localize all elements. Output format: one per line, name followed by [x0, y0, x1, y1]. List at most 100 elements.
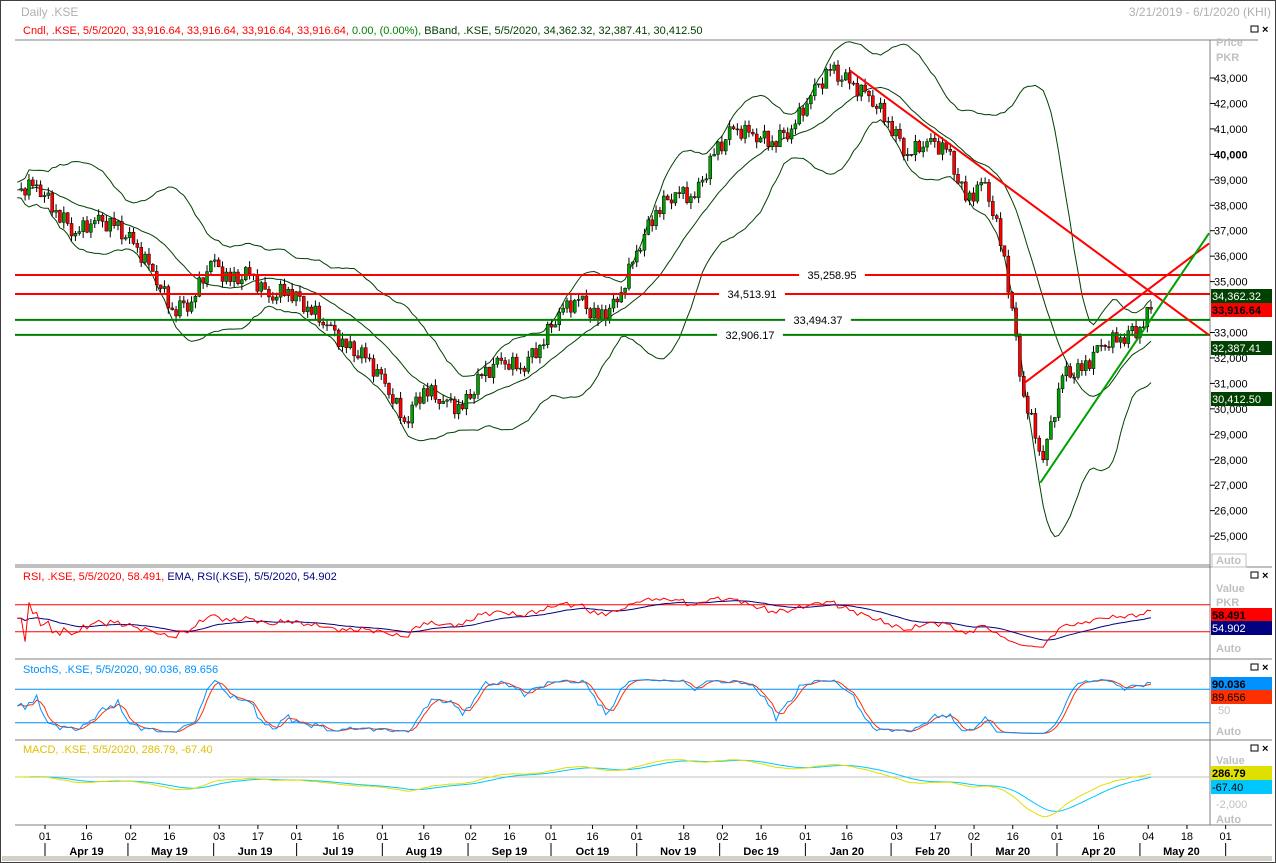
stoch-d-line — [17, 679, 1152, 734]
candle-body — [917, 140, 922, 153]
maximize-icon[interactable] — [1250, 663, 1259, 671]
close-icon[interactable]: × — [1262, 570, 1268, 582]
candle-body — [569, 300, 573, 313]
candle-body — [193, 295, 198, 303]
candle-body — [565, 300, 569, 309]
day-tick-label: 16 — [1092, 831, 1104, 843]
bb-middle-badge: 32,387.41 — [1212, 343, 1261, 355]
candle-body — [313, 305, 318, 315]
candle-body — [205, 271, 209, 284]
candle-body — [898, 128, 902, 139]
candle-body — [1064, 366, 1069, 377]
candle-body — [19, 188, 23, 191]
price-tick-label: 39,000 — [1214, 175, 1248, 187]
candle-body — [960, 181, 964, 184]
candle-body — [65, 212, 70, 224]
candle-body — [480, 374, 484, 377]
candle-body — [785, 132, 790, 140]
candle-body — [387, 383, 391, 395]
candle-body — [615, 298, 620, 303]
candle-body — [344, 338, 349, 349]
price-tick-label: 43,000 — [1214, 73, 1248, 85]
candle-body — [93, 220, 97, 225]
price-tick-label: 38,000 — [1214, 200, 1248, 212]
close-icon[interactable]: × — [1262, 662, 1268, 674]
day-tick-label: 17 — [929, 831, 941, 843]
candle-body — [836, 64, 840, 82]
candle-body — [855, 83, 860, 97]
day-tick-label: 16 — [755, 831, 767, 843]
day-tick-label: 16 — [163, 831, 175, 843]
day-tick-label: 16 — [586, 831, 598, 843]
candle-body — [905, 154, 910, 156]
candle-body — [963, 181, 968, 201]
candle-body — [162, 286, 167, 289]
candle-body — [789, 128, 794, 140]
maximize-icon[interactable] — [1250, 744, 1259, 752]
hline-label: 35,258.95 — [808, 270, 857, 282]
candle-body — [913, 140, 918, 156]
candle-body — [178, 300, 182, 317]
candle-body — [956, 174, 960, 184]
candle-body — [665, 195, 670, 201]
candle-body — [383, 373, 387, 384]
maximize-icon[interactable] — [1250, 571, 1259, 579]
candle-body — [96, 214, 101, 221]
candle-body — [429, 385, 434, 397]
candle-body — [340, 338, 345, 347]
candle-body — [867, 90, 871, 97]
candle-body — [170, 307, 174, 310]
candle-body — [185, 302, 190, 312]
candle-body — [1149, 307, 1153, 310]
candle-body — [708, 155, 713, 180]
close-icon[interactable]: × — [1262, 743, 1268, 755]
close-icon[interactable]: × — [1262, 24, 1268, 36]
price-tick-label: 37,000 — [1214, 226, 1248, 238]
candle-body — [73, 232, 78, 237]
candle-body — [441, 400, 445, 404]
candle-body — [669, 199, 674, 204]
candle-body — [929, 138, 933, 142]
day-tick-label: 01 — [545, 831, 557, 843]
candle-body — [840, 79, 844, 82]
candle-body — [228, 271, 233, 282]
candle-body — [689, 196, 693, 203]
rsi-ema-badge: 54.902 — [1212, 623, 1246, 635]
day-tick-label: 01 — [290, 831, 302, 843]
candle-body — [994, 215, 999, 219]
candle-body — [367, 357, 372, 360]
day-tick-label: 03 — [213, 831, 225, 843]
candle-body — [278, 283, 283, 298]
month-label: Nov 19 — [660, 846, 696, 858]
candle-body — [890, 121, 894, 137]
rsi-badge: 58.491 — [1212, 610, 1246, 622]
candle-body — [174, 309, 178, 317]
candle-body — [809, 95, 813, 105]
candle-body — [634, 250, 639, 263]
maximize-icon[interactable] — [1250, 25, 1259, 33]
day-tick-label: 02 — [968, 831, 980, 843]
candle-body — [638, 249, 643, 252]
candle-body — [1049, 421, 1053, 440]
candle-body — [425, 388, 430, 397]
candle-body — [584, 295, 589, 310]
candle-body — [983, 182, 987, 184]
candle-body — [1068, 366, 1073, 378]
candle-body — [243, 267, 248, 281]
month-label: May 19 — [151, 846, 188, 858]
candle-body — [987, 182, 991, 202]
candle-body — [627, 263, 631, 289]
candle-body — [406, 421, 411, 424]
month-label: Apr 20 — [1081, 846, 1115, 858]
candle-body — [650, 219, 654, 227]
candle-body — [1107, 346, 1111, 348]
candle-body — [658, 210, 662, 214]
candle-body — [321, 321, 325, 326]
candle-body — [464, 394, 469, 410]
candle-body — [716, 141, 720, 155]
candle-body — [259, 282, 263, 292]
candle-body — [751, 132, 755, 135]
candle-body — [1018, 335, 1022, 377]
candle-body — [681, 187, 685, 194]
month-label: Feb 20 — [915, 846, 950, 858]
